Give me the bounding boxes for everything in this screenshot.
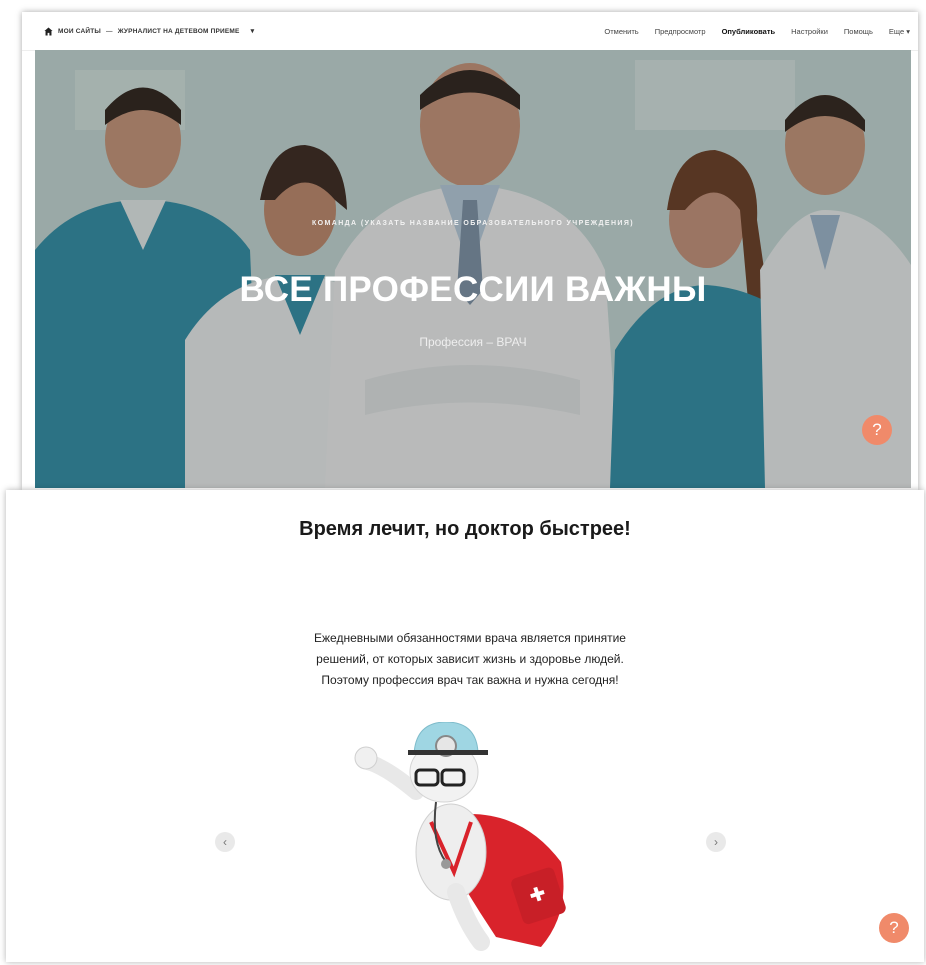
- hero-banner: КОМАНДА (УКАЗАТЬ НАЗВАНИЕ ОБРАЗОВАТЕЛЬНО…: [35, 50, 911, 488]
- more-menu[interactable]: Еще ▾: [889, 27, 910, 36]
- paragraph-line: Ежедневными обязанностями врача является…: [314, 631, 626, 645]
- home-icon[interactable]: [44, 26, 53, 36]
- chevron-right-icon: ›: [714, 835, 718, 849]
- editor-preview-bottom: Время лечит, но доктор быстрее! Ежедневн…: [6, 490, 924, 962]
- help-link[interactable]: Помощь: [844, 27, 873, 36]
- breadcrumb-separator: —: [105, 27, 113, 35]
- paragraph-line: решений, от которых зависит жизнь и здор…: [316, 652, 624, 666]
- preview-button[interactable]: Предпросмотр: [655, 27, 706, 36]
- help-bubble-button[interactable]: ?: [879, 913, 909, 943]
- editor-preview-top: МОИ САЙТЫ — ЖУРНАЛИСТ НА ДЕТЕВОМ ПРИЕМЕ …: [22, 12, 918, 490]
- breadcrumb-root[interactable]: МОИ САЙТЫ: [58, 28, 101, 35]
- hero-subtitle: Профессия – ВРАЧ: [419, 335, 527, 349]
- hero-dark-overlay: [35, 50, 911, 488]
- flying-doctor-illustration: [354, 722, 566, 951]
- help-bubble-button[interactable]: ?: [862, 415, 892, 445]
- paragraph-line: Поэтому профессия врач так важна и нужна…: [321, 673, 619, 687]
- carousel-prev-button[interactable]: ‹: [215, 832, 235, 852]
- more-menu-label: Еще: [888, 26, 905, 36]
- breadcrumb-site[interactable]: ЖУРНАЛИСТ НА ДЕТЕВОМ ПРИЕМЕ: [118, 28, 240, 35]
- question-icon: ?: [889, 918, 899, 937]
- editor-topbar: МОИ САЙТЫ — ЖУРНАЛИСТ НА ДЕТЕВОМ ПРИЕМЕ …: [22, 12, 918, 51]
- cancel-button[interactable]: Отменить: [604, 27, 638, 36]
- question-icon: ?: [872, 420, 882, 439]
- chevron-down-icon: ▾: [906, 26, 910, 36]
- section-paragraph: Ежедневными обязанностями врача является…: [265, 628, 675, 691]
- chevron-left-icon: ‹: [223, 835, 227, 849]
- section-heading: Время лечит, но доктор быстрее!: [299, 518, 631, 540]
- publish-button[interactable]: Опубликовать: [722, 27, 776, 36]
- carousel-next-button[interactable]: ›: [706, 832, 726, 852]
- editor-actions: Отменить Предпросмотр Опубликовать Настр…: [604, 27, 910, 36]
- breadcrumb: МОИ САЙТЫ — ЖУРНАЛИСТ НА ДЕТЕВОМ ПРИЕМЕ …: [44, 26, 255, 36]
- settings-button[interactable]: Настройки: [791, 27, 828, 36]
- hero-kicker: КОМАНДА (УКАЗАТЬ НАЗВАНИЕ ОБРАЗОВАТЕЛЬНО…: [312, 220, 634, 227]
- chevron-down-icon[interactable]: ▾: [251, 27, 255, 35]
- hero-title: ВСЕ ПРОФЕССИИ ВАЖНЫ: [239, 270, 707, 309]
